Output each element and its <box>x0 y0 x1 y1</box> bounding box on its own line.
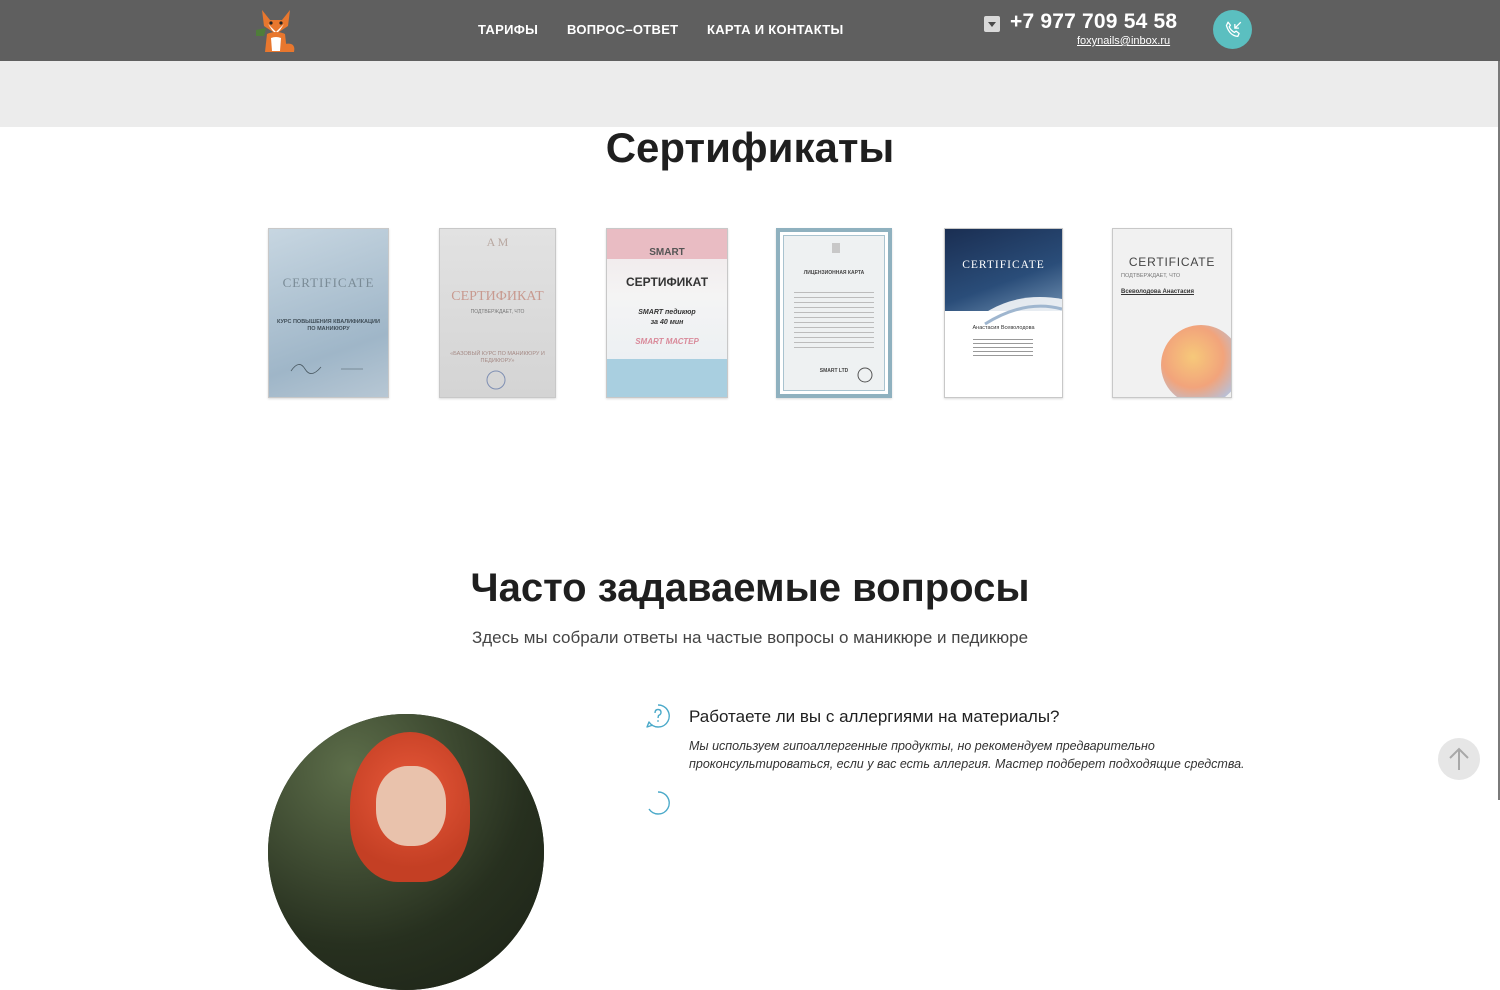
phone-dropdown-toggle[interactable] <box>984 16 1000 32</box>
question-icon[interactable] <box>645 703 671 729</box>
site-header: ТАРИФЫ ВОПРОС–ОТВЕТ КАРТА И КОНТАКТЫ +7 … <box>0 0 1500 62</box>
certificate-heading: СЕРТИФИКАТ <box>625 275 709 289</box>
certificate-thumbnail-5[interactable]: CERTIFICATE Анастасия Всеволодова <box>944 228 1063 398</box>
callback-button[interactable] <box>1213 10 1252 49</box>
certificate-heading: CERTIFICATE <box>1128 255 1216 269</box>
faq-question[interactable]: Работаете ли вы с аллергиями на материал… <box>689 707 1060 727</box>
scroll-to-top-button[interactable] <box>1438 738 1480 780</box>
certificate-line: «БАЗОВЫЙ КУРС ПО МАНИКЮРУ И ПЕДИКЮРУ» <box>450 351 545 364</box>
certificate-line: Всеволодова Анастасия <box>1121 289 1194 295</box>
master-photo <box>268 714 544 990</box>
certificate-heading: ЛИЦЕНЗИОННАЯ КАРТА <box>803 270 865 276</box>
certificate-brand: SMART <box>649 247 685 258</box>
fox-logo-icon[interactable] <box>250 4 302 56</box>
certificate-line: SMART педикюр <box>638 309 696 316</box>
certificate-line: ПОДТВЕРЖДАЕТ, ЧТО <box>1121 273 1181 279</box>
stamp-graphic <box>486 370 506 390</box>
phone-callback-icon <box>1225 21 1242 38</box>
certificate-line: ПО МАНИКЮРУ <box>307 326 350 332</box>
arrow-up-icon <box>1449 747 1469 770</box>
phone-number[interactable]: +7 977 709 54 58 <box>1010 10 1177 34</box>
certificate-thumbnail-6[interactable]: CERTIFICATE ПОДТВЕРЖДАЕТ, ЧТО Всеволодов… <box>1112 228 1232 398</box>
nav-faq[interactable]: ВОПРОС–ОТВЕТ <box>567 22 678 37</box>
signature-graphic <box>290 364 363 374</box>
email-link[interactable]: foxynails@inbox.ru <box>1077 35 1170 47</box>
certificate-heading: CERTIFICATE <box>962 259 1045 271</box>
certificate-line: SMART МАСТЕР <box>635 337 699 346</box>
certificates-title: Сертификаты <box>605 124 895 171</box>
header-spacer-band <box>0 61 1500 127</box>
question-icon[interactable] <box>645 790 671 816</box>
certificate-thumbnail-3[interactable]: SMART СЕРТИФИКАТ SMART педикюр за 40 мин… <box>606 228 728 398</box>
certificate-thumbnail-2[interactable]: A M СЕРТИФИКАТ ПОДТВЕРЖДАЕТ, ЧТО «БАЗОВЫ… <box>439 228 556 398</box>
certificate-thumbnail-4[interactable]: ЛИЦЕНЗИОННАЯ КАРТА SMART LTD <box>776 228 892 398</box>
certificate-heading: CERTIFICATE <box>282 275 375 290</box>
nav-map-contacts[interactable]: КАРТА И КОНТАКТЫ <box>707 22 844 37</box>
certificate-thumbnail-1[interactable]: CERTIFICATE КУРС ПОВЫШЕНИЯ КВАЛИФИКАЦИИ … <box>268 228 389 398</box>
faq-subtitle: Здесь мы собрали ответы на частые вопрос… <box>471 628 1029 647</box>
certificate-line: КУРС ПОВЫШЕНИЯ КВАЛИФИКАЦИИ <box>277 319 380 325</box>
certificate-line: ПОДТВЕРЖДАЕТ, ЧТО <box>470 309 525 315</box>
faq-title: Часто задаваемые вопросы <box>470 566 1030 610</box>
faq-answer: Мы используем гипоаллергенные продукты, … <box>689 739 1245 771</box>
certificate-line: за 40 мин <box>650 319 684 326</box>
certificate-line: Анастасия Всеволодова <box>972 325 1035 331</box>
certificate-heading: СЕРТИФИКАТ <box>451 289 544 304</box>
nav-tariffs[interactable]: ТАРИФЫ <box>478 22 538 37</box>
